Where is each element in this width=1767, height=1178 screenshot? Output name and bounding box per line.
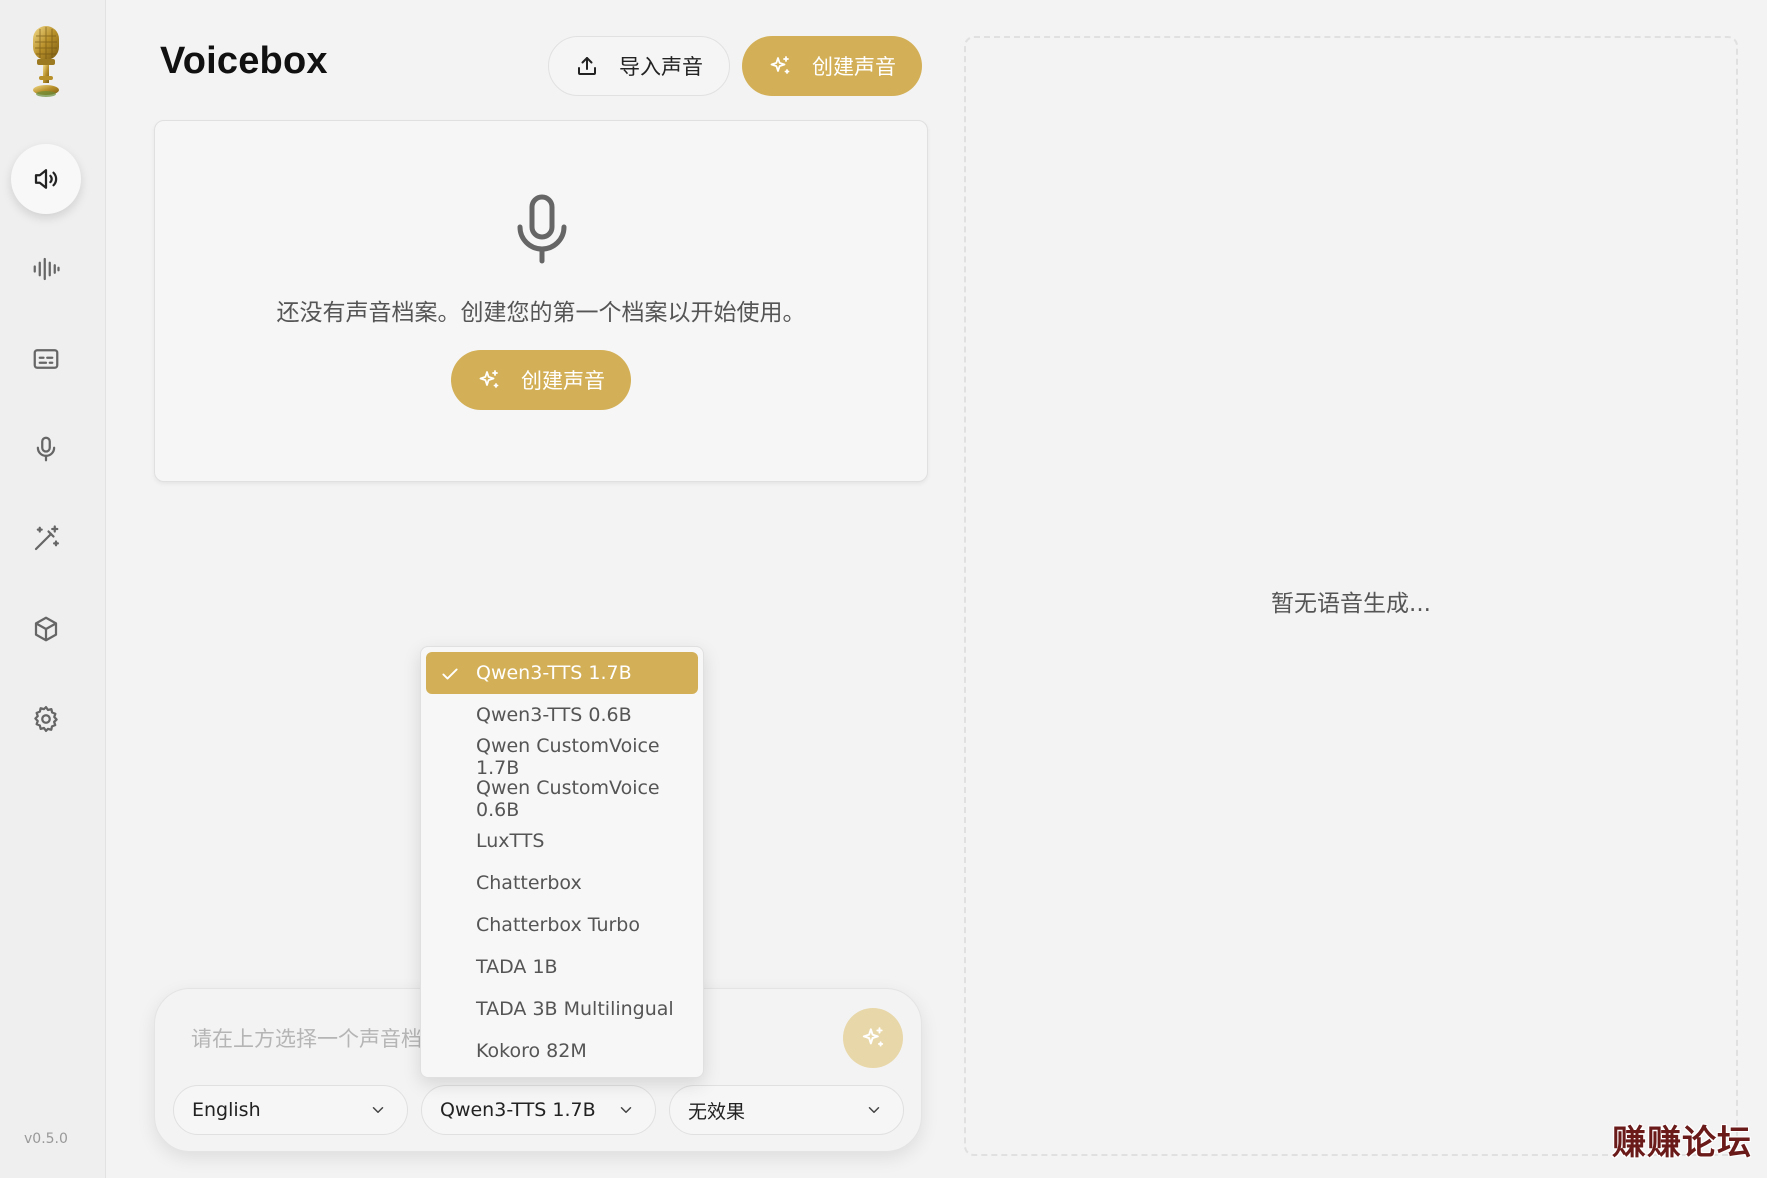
gear-icon bbox=[34, 706, 58, 732]
speaker-icon bbox=[34, 169, 58, 189]
sidebar-item-cube[interactable] bbox=[11, 594, 81, 664]
sidebar-item-settings[interactable] bbox=[11, 684, 81, 754]
watermark: 赚赚论坛 bbox=[1612, 1123, 1752, 1163]
effect-select[interactable]: 无效果 bbox=[669, 1085, 904, 1135]
model-option[interactable]: LuxTTS bbox=[426, 820, 698, 862]
sparkle-icon bbox=[862, 1027, 884, 1047]
voice-profiles-empty-card: 还没有声音档案。创建您的第一个档案以开始使用。 创建声音 bbox=[154, 120, 928, 482]
sparkle-icon bbox=[768, 54, 792, 78]
import-voice-label: 导入声音 bbox=[619, 55, 703, 79]
import-voice-button[interactable]: 导入声音 bbox=[548, 36, 730, 96]
model-select[interactable]: Qwen3-TTS 1.7B bbox=[421, 1085, 656, 1135]
upload-icon bbox=[575, 54, 599, 78]
create-voice-card-button[interactable]: 创建声音 bbox=[451, 350, 631, 410]
chevron-down-icon bbox=[617, 1101, 635, 1119]
model-option[interactable]: TADA 1B bbox=[426, 946, 698, 988]
subtitles-icon bbox=[33, 349, 59, 369]
version-label: v0.5.0 bbox=[24, 1131, 68, 1147]
microphone-icon bbox=[513, 193, 571, 265]
cube-icon bbox=[34, 616, 58, 642]
sparkle-icon bbox=[477, 368, 501, 392]
language-select-value: English bbox=[192, 1099, 261, 1121]
sidebar-item-waveform[interactable] bbox=[11, 234, 81, 304]
chevron-down-icon bbox=[865, 1101, 883, 1119]
model-option[interactable]: Chatterbox bbox=[426, 862, 698, 904]
model-dropdown-menu: Qwen3-TTS 1.7B Qwen3-TTS 0.6B Qwen Custo… bbox=[420, 646, 704, 1078]
create-voice-label: 创建声音 bbox=[812, 55, 896, 79]
model-option[interactable]: Qwen CustomVoice 0.6B bbox=[426, 777, 698, 821]
check-icon bbox=[442, 668, 458, 680]
model-option[interactable]: TADA 3B Multilingual bbox=[426, 988, 698, 1030]
model-option[interactable]: Qwen3-TTS 0.6B bbox=[426, 694, 698, 736]
sidebar: v0.5.0 bbox=[0, 0, 106, 1178]
language-select[interactable]: English bbox=[173, 1085, 408, 1135]
page-title: Voicebox bbox=[160, 40, 328, 82]
sidebar-item-microphone[interactable] bbox=[11, 414, 81, 484]
create-voice-card-label: 创建声音 bbox=[521, 369, 605, 393]
microphone-icon bbox=[36, 436, 56, 462]
sidebar-item-speaker[interactable] bbox=[11, 144, 81, 214]
model-option[interactable]: Qwen CustomVoice 1.7B bbox=[426, 735, 698, 779]
chevron-down-icon bbox=[369, 1101, 387, 1119]
waveform-icon bbox=[33, 257, 60, 281]
sidebar-item-magic-wand[interactable] bbox=[11, 504, 81, 574]
create-voice-button[interactable]: 创建声音 bbox=[742, 36, 922, 96]
model-option[interactable]: Qwen3-TTS 1.7B bbox=[426, 652, 698, 694]
model-option[interactable]: Kokoro 82M bbox=[426, 1030, 698, 1072]
model-select-value: Qwen3-TTS 1.7B bbox=[440, 1099, 596, 1121]
generate-button[interactable] bbox=[843, 1008, 903, 1068]
no-generations-message: 暂无语音生成... bbox=[1271, 591, 1431, 617]
sidebar-item-subtitles[interactable] bbox=[11, 324, 81, 394]
generation-history-panel: 暂无语音生成... bbox=[964, 36, 1738, 1156]
magic-wand-icon bbox=[34, 525, 59, 551]
empty-profiles-message: 还没有声音档案。创建您的第一个档案以开始使用。 bbox=[276, 300, 806, 326]
model-option[interactable]: Chatterbox Turbo bbox=[426, 904, 698, 946]
effect-select-value: 无效果 bbox=[688, 1100, 746, 1123]
microphone-logo-icon[interactable] bbox=[27, 24, 65, 98]
